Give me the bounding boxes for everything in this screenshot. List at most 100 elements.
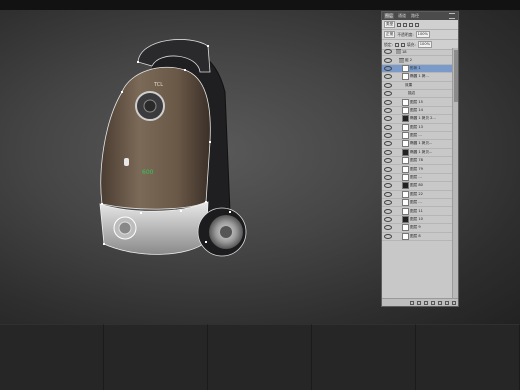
visibility-eye-icon[interactable] [384,175,392,181]
layer-name: 椭圆 1 拷贝... [410,141,433,146]
tab-channels[interactable]: 通道 [397,13,407,19]
delete-layer-icon[interactable] [452,300,456,305]
layer-row[interactable]: 效果 [382,82,452,90]
visibility-eye-icon[interactable] [384,124,392,130]
visibility-eye-icon[interactable] [384,200,392,206]
layers-list: 18 组 2 形状 1 椭圆 1 拷... 效果 描边图层 15 图层 14 椭圆 1 拷贝 … [382,48,452,298]
kind-filter-select[interactable]: 类型 [384,21,396,28]
panel-tabs: 图层 通道 路径 [382,12,458,20]
layer-name: 椭圆 1 拷贝 2... [410,116,436,121]
visibility-eye-icon[interactable] [384,208,392,214]
adjustment-icon[interactable] [431,300,435,305]
layer-thumbnail [402,232,409,240]
visibility-eye-icon[interactable] [384,233,392,239]
layer-name: 图层 ... [410,133,422,138]
layer-row[interactable]: 图层 80 [382,182,452,191]
link-layers-icon[interactable] [410,300,414,305]
layer-row[interactable]: 椭圆 1 拷... [382,73,452,82]
layer-name: 图层 10 [410,217,423,221]
layer-row[interactable]: 图层 14 [382,106,452,116]
visibility-eye-icon[interactable] [384,166,392,172]
layer-row[interactable]: 描边 [382,90,452,99]
visibility-eye-icon[interactable] [384,91,392,97]
panel-menu-icon[interactable] [449,13,455,19]
layer-row[interactable]: 图层 78 [382,157,452,166]
layer-thumbnail [402,224,409,232]
layer-row[interactable]: 形状 1 [382,64,452,74]
scrollbar-thumb[interactable] [454,50,458,102]
visibility-eye-icon[interactable] [384,74,392,80]
folder-icon [396,49,401,55]
layer-name: 形状 1 [410,65,421,70]
filter-shape-icon[interactable] [415,22,420,27]
layer-row[interactable]: 图层 ... [382,199,452,208]
vacuum-cleaner-artwork: TCL 600 [99,39,247,257]
layer-thumbnail [402,106,409,114]
visibility-eye-icon[interactable] [384,191,392,197]
layer-row[interactable]: 图层 9 [382,224,452,233]
layer-row[interactable]: 图层 15 [382,98,452,107]
layer-name: 图层 9 [410,225,421,230]
layer-row[interactable]: 图层 13 [382,123,452,132]
layer-name: 图层 ... [410,175,422,180]
layer-name: 图层 22 [410,191,423,196]
layer-thumbnail [402,148,409,156]
layer-style-icon[interactable] [417,300,421,305]
visibility-eye-icon[interactable] [384,158,392,164]
layer-row[interactable]: 图层 79 [382,165,452,174]
visibility-eye-icon[interactable] [384,82,392,88]
lock-pixels-icon[interactable] [394,42,399,47]
visibility-eye-icon[interactable] [384,133,392,139]
new-group-icon[interactable] [438,300,442,305]
visibility-eye-icon[interactable] [384,183,392,189]
visibility-eye-icon[interactable] [384,116,392,122]
mask-icon[interactable] [424,300,428,305]
layer-thumbnail [402,182,409,190]
layers-panel: 图层 通道 路径 类型 正常 不透明度: 100% 锁定: 填充: 100% 1… [381,11,459,307]
visibility-eye-icon[interactable] [384,225,392,231]
layer-thumbnail [402,132,409,140]
layer-thumbnail [402,207,409,215]
layer-row[interactable]: 图层 11 [382,207,452,216]
brand-logo: TCL [153,82,163,88]
layer-row[interactable]: 18 [382,48,452,57]
layer-row[interactable]: 组 2 [382,56,452,65]
layer-row[interactable]: 图层 8 [382,232,452,241]
new-layer-icon[interactable] [445,300,449,305]
opacity-field[interactable]: 100% [415,31,430,38]
layer-thumbnail [402,216,409,223]
layer-row[interactable]: 椭圆 1 拷贝... [382,140,452,149]
layer-row[interactable]: 椭圆 1 拷贝 2... [382,115,452,124]
layer-name: 图层 13 [410,124,423,129]
lock-position-icon[interactable] [400,42,405,47]
layer-name: 描边 [408,91,416,96]
visibility-eye-icon[interactable] [384,57,392,63]
layer-name: 图层 15 [410,99,423,104]
fill-field[interactable]: 100% [417,41,433,48]
layer-thumbnail [402,98,409,106]
visibility-eye-icon[interactable] [384,149,392,155]
layer-row[interactable]: 图层 10 [382,216,452,225]
layer-name: 图层 ... [410,200,422,205]
layer-thumbnail [402,190,409,198]
layer-thumbnail [402,199,409,207]
layer-thumbnail [402,157,409,165]
filter-adjust-icon[interactable] [403,22,408,27]
visibility-eye-icon[interactable] [384,65,392,71]
filter-type-icon[interactable] [409,22,414,27]
blend-mode-select[interactable]: 正常 [384,31,396,38]
tab-paths[interactable]: 路径 [410,13,420,19]
layer-row[interactable]: 图层 ... [382,132,452,141]
layer-name: 椭圆 1 拷贝... [410,149,433,154]
layer-thumbnail [402,123,409,131]
layer-row[interactable]: 图层 ... [382,174,452,183]
filter-pixel-icon[interactable] [397,22,402,27]
visibility-eye-icon[interactable] [384,99,392,105]
visibility-eye-icon[interactable] [384,49,392,55]
visibility-eye-icon[interactable] [384,141,392,147]
visibility-eye-icon[interactable] [384,107,392,113]
visibility-eye-icon[interactable] [384,217,392,222]
tab-layers[interactable]: 图层 [384,13,394,19]
layer-row[interactable]: 图层 22 [382,190,452,200]
layer-row[interactable]: 椭圆 1 拷贝... [382,148,452,158]
